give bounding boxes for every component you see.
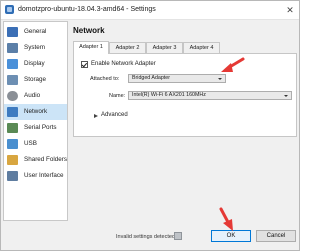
audio-icon [7, 91, 18, 101]
system-icon [7, 43, 18, 53]
attached-to-value: Bridged Adapter [132, 75, 170, 81]
tab-adapter-4[interactable]: Adapter 4 [183, 42, 220, 53]
chevron-down-icon [218, 78, 222, 80]
sidebar-item-usb[interactable]: USB [4, 136, 67, 152]
adapter-name-select[interactable]: Intel(R) Wi-Fi 6 AX201 160MHz [128, 91, 292, 100]
sidebar-item-network[interactable]: Network [4, 104, 67, 120]
usb-icon [7, 139, 18, 149]
sidebar-item-label: General [24, 28, 47, 35]
name-label: Name: [109, 93, 126, 99]
settings-main-panel: Network Adapter 1 Adapter 2 Adapter 3 Ad… [69, 21, 299, 221]
sidebar-item-label: Storage [24, 76, 47, 83]
status-text: Invalid settings detected [116, 234, 176, 240]
sidebar-item-storage[interactable]: Storage [4, 72, 67, 88]
ok-button[interactable]: OK [211, 230, 251, 242]
sidebar-item-system[interactable]: System [4, 40, 67, 56]
enable-network-adapter-checkbox[interactable] [81, 61, 88, 68]
tab-adapter-1[interactable]: Adapter 1 [73, 41, 109, 54]
sidebar-item-label: Audio [24, 92, 41, 99]
adapter-1-panel: Enable Network Adapter Attached to: Brid… [73, 53, 297, 137]
tab-adapter-3[interactable]: Adapter 3 [146, 42, 183, 53]
tab-adapter-2[interactable]: Adapter 2 [109, 42, 146, 53]
settings-window: domotzpro-ubuntu-18.04.3-amd64 - Setting… [0, 0, 300, 251]
adapter-name-value: Intel(R) Wi-Fi 6 AX201 160MHz [132, 92, 206, 98]
page-title: Network [73, 26, 105, 35]
sidebar-item-general[interactable]: General [4, 24, 67, 40]
advanced-toggle[interactable]: Advanced [101, 112, 128, 118]
virtualbox-app-icon [5, 5, 14, 14]
attached-to-label: Attached to: [90, 76, 120, 82]
shared-folders-icon [7, 155, 18, 165]
user-interface-icon [7, 171, 18, 181]
sidebar-item-label: Network [24, 108, 48, 115]
display-icon [7, 59, 18, 69]
sidebar-item-label: User Interface [24, 172, 64, 179]
attached-to-select[interactable]: Bridged Adapter [128, 74, 226, 83]
sidebar-item-label: USB [24, 140, 37, 147]
sidebar-item-label: Serial Ports [24, 124, 57, 131]
warning-icon[interactable] [174, 232, 182, 240]
serial-ports-icon [7, 123, 18, 133]
expand-triangle-icon[interactable] [94, 114, 98, 118]
storage-icon [7, 75, 18, 85]
title-bar: domotzpro-ubuntu-18.04.3-amd64 - Setting… [1, 1, 299, 20]
sidebar-item-shared-folders[interactable]: Shared Folders [4, 152, 67, 168]
sidebar-item-audio[interactable]: Audio [4, 88, 67, 104]
sidebar-item-label: Shared Folders [24, 156, 68, 163]
sidebar-item-display[interactable]: Display [4, 56, 67, 72]
dialog-footer: Invalid settings detected OK Cancel [1, 229, 299, 250]
enable-network-adapter-label: Enable Network Adapter [91, 61, 156, 67]
sidebar-item-user-interface[interactable]: User Interface [4, 168, 67, 184]
close-icon[interactable]: ✕ [284, 4, 296, 16]
cancel-button[interactable]: Cancel [256, 230, 296, 242]
network-icon [7, 107, 18, 117]
general-icon [7, 27, 18, 37]
window-title: domotzpro-ubuntu-18.04.3-amd64 - Setting… [18, 6, 156, 13]
chevron-down-icon [284, 95, 288, 97]
sidebar-item-serial-ports[interactable]: Serial Ports [4, 120, 67, 136]
sidebar-item-label: Display [24, 60, 45, 67]
sidebar-item-label: System [24, 44, 45, 51]
settings-sidebar: General System Display Storage Audio Net… [3, 21, 68, 221]
